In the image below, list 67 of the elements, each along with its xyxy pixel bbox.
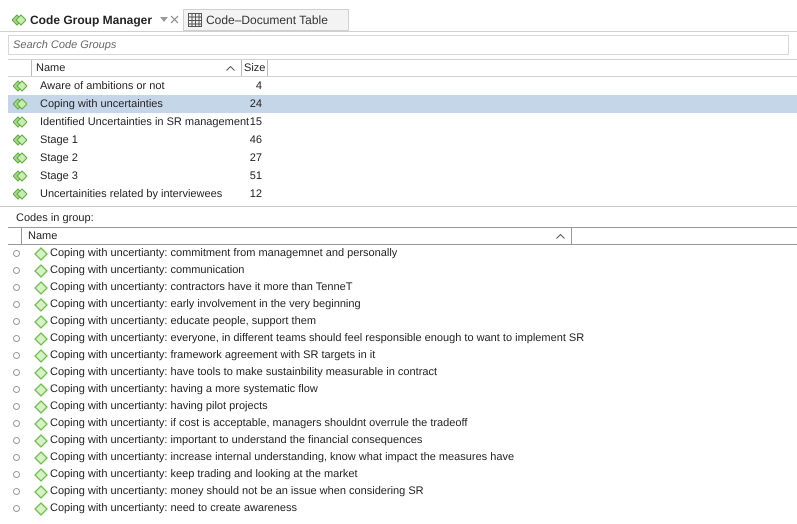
code-name[interactable]: Coping with uncertianty: increase internal understanding, know what impact the measures have xyxy=(50,449,514,466)
code-icon xyxy=(34,264,48,278)
group-row[interactable]: Aware of ambitions or not 4 xyxy=(8,77,797,95)
code-name[interactable]: Coping with uncertianty: have tools to make sustainbility measurable in contract xyxy=(50,364,438,381)
radio-button[interactable] xyxy=(13,369,20,376)
code-name[interactable]: Coping with uncertianty: framework agreement with SR targets in it xyxy=(50,347,376,364)
group-row[interactable]: Stage 3 51 xyxy=(8,167,797,185)
search-field[interactable]: Search Code Groups xyxy=(8,35,789,55)
radio-button[interactable] xyxy=(13,250,20,257)
code-name[interactable]: Coping with uncertianty: keep trading and looking at the market xyxy=(50,466,358,483)
radio-button[interactable] xyxy=(13,267,20,274)
code-name[interactable]: Coping with uncertianty: commitment from managemnet and personally xyxy=(50,245,398,262)
code-icon xyxy=(34,348,48,362)
group-row[interactable]: Identified Uncertainties in SR management15 xyxy=(8,113,797,131)
code-name[interactable]: Coping with uncertianty: money should not be an issue when considering SR xyxy=(50,483,424,500)
tab[interactable]: Code–Document Table xyxy=(183,9,350,31)
code-icon xyxy=(34,280,48,294)
code-name[interactable]: Coping with uncertianty: communication xyxy=(50,262,244,279)
radio-button[interactable] xyxy=(13,318,20,325)
code-name[interactable]: Coping with uncertianty: educate people, support them xyxy=(50,313,316,330)
sort-icon[interactable] xyxy=(226,66,235,70)
code-icon xyxy=(34,382,48,396)
radio-button[interactable] xyxy=(13,386,20,393)
code-icon xyxy=(34,502,48,516)
radio-button[interactable] xyxy=(13,301,20,308)
table-icon xyxy=(188,13,202,27)
section-label: Codes in group: xyxy=(15,211,95,226)
code-name[interactable]: Coping with uncertianty: important to understand the financial consequences xyxy=(50,432,422,449)
radio-button[interactable] xyxy=(13,335,20,342)
code-icon xyxy=(34,400,48,414)
radio-button[interactable] xyxy=(13,284,20,291)
radio-button[interactable] xyxy=(13,471,20,478)
radio-button[interactable] xyxy=(13,352,20,359)
column-header[interactable]: Name xyxy=(32,60,242,76)
code-icon xyxy=(34,450,48,464)
group-row[interactable]: Stage 1 46 xyxy=(8,131,797,149)
sort-icon[interactable] xyxy=(556,234,565,238)
code-name[interactable]: Coping with uncertianty: contractors have it more than TenneT xyxy=(50,279,352,296)
close-icon[interactable] xyxy=(170,15,180,24)
dropdown-icon[interactable] xyxy=(160,17,168,22)
code-icon xyxy=(34,468,48,482)
code-icon xyxy=(34,366,48,380)
code-name[interactable]: Coping with uncertianty: everyone, in different teams should feel responsible enough to want to implement SR xyxy=(50,330,584,347)
code-group-icon xyxy=(12,14,26,26)
group-row[interactable]: Uncertainities related by interviewees 12 xyxy=(8,185,797,203)
code-name[interactable]: Coping with uncertianty: having a more systematic flow xyxy=(50,381,318,398)
radio-button[interactable] xyxy=(13,420,20,427)
code-icon xyxy=(34,416,48,430)
code-icon xyxy=(34,298,48,312)
group-row[interactable]: Stage 2 27 xyxy=(8,149,797,167)
code-icon xyxy=(34,434,48,448)
column-header[interactable]: Name xyxy=(22,228,572,244)
column-header[interactable]: Size xyxy=(242,60,268,76)
code-name[interactable]: Coping with uncertianty: if cost is acceptable, managers shouldnt overrule the tradeoff xyxy=(50,415,468,432)
radio-button[interactable] xyxy=(13,505,20,512)
radio-button[interactable] xyxy=(13,488,20,495)
radio-button[interactable] xyxy=(13,437,20,444)
code-name[interactable]: Coping with uncertianty: need to create awareness xyxy=(50,500,298,517)
radio-button[interactable] xyxy=(13,403,20,410)
radio-button[interactable] xyxy=(13,454,20,461)
code-icon xyxy=(34,314,48,328)
code-icon xyxy=(34,484,48,498)
code-name[interactable]: Coping with uncertianty: having pilot projects xyxy=(50,398,268,415)
code-name[interactable]: Coping with uncertianty: early involvement in the very beginning xyxy=(50,296,361,313)
code-icon xyxy=(34,246,48,260)
code-icon xyxy=(34,332,48,346)
group-row[interactable]: Coping with uncertainties 24 xyxy=(8,95,797,113)
